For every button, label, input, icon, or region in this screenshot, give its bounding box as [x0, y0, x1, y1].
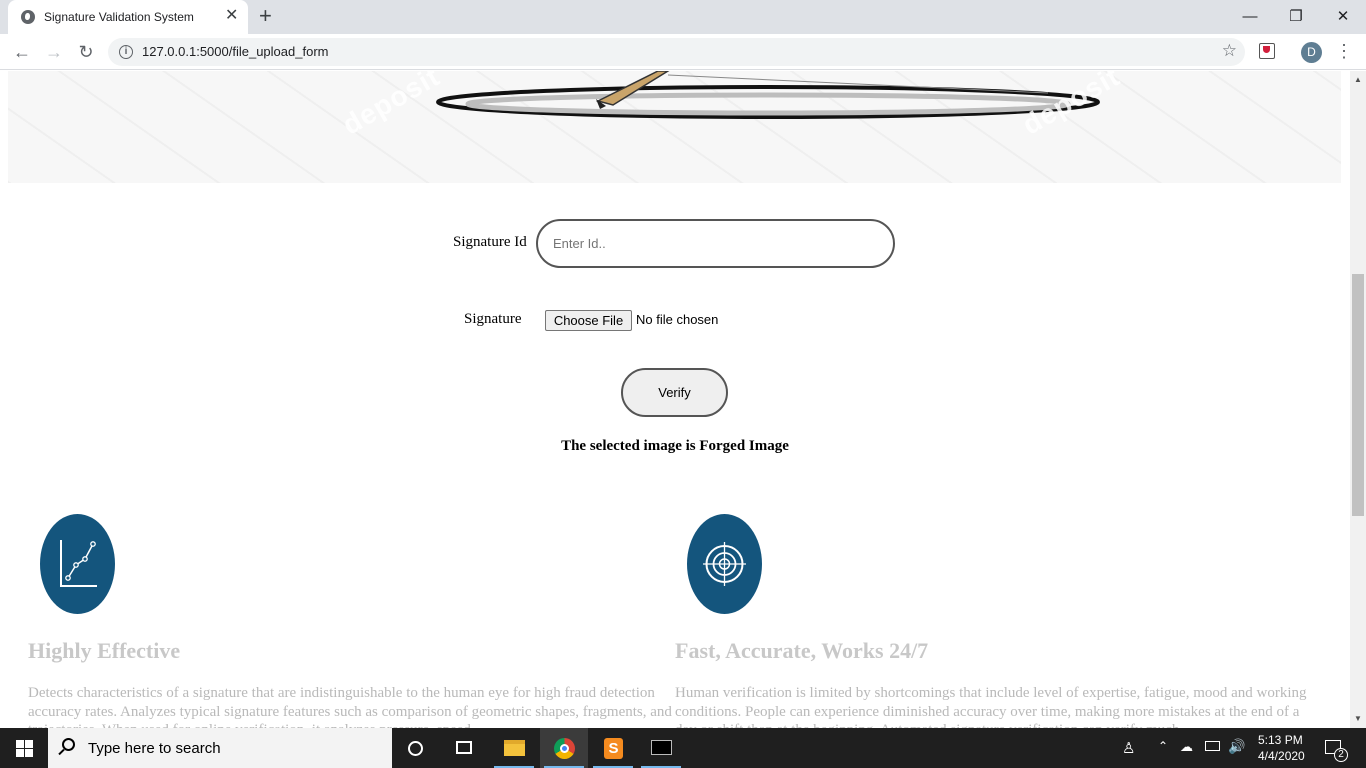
result-message: The selected image is Forged Image: [561, 438, 789, 454]
chrome-icon[interactable]: [540, 728, 588, 768]
profile-avatar[interactable]: D: [1301, 42, 1322, 63]
taskbar-search-box[interactable]: Type here to search: [48, 728, 392, 768]
url-text: 127.0.0.1:5000/file_upload_form: [142, 44, 329, 59]
volume-icon[interactable]: 🔊: [1228, 738, 1245, 755]
globe-icon: [21, 10, 35, 24]
reload-icon[interactable]: ↻: [73, 39, 99, 65]
extension-icon[interactable]: [1259, 43, 1275, 59]
address-bar[interactable]: i 127.0.0.1:5000/file_upload_form ☆: [108, 38, 1245, 66]
target-icon: [687, 514, 762, 614]
battery-icon[interactable]: [1205, 741, 1220, 751]
new-tab-button[interactable]: +: [259, 5, 272, 27]
forward-icon[interactable]: →: [41, 39, 67, 65]
scroll-up-icon[interactable]: ▲: [1354, 75, 1362, 84]
page-scrollbar[interactable]: ▲ ▼: [1350, 71, 1366, 728]
taskbar: Type here to search S ♙ ⌃ ☁ 🔊 5:13 PM 4/…: [0, 728, 1366, 768]
clock-time[interactable]: 5:13 PM: [1258, 733, 1303, 747]
back-icon[interactable]: ←: [9, 39, 35, 65]
notification-count-badge: 2: [1334, 748, 1348, 762]
browser-toolbar: ← → ↻ i 127.0.0.1:5000/file_upload_form …: [0, 34, 1366, 70]
pen-signature-illustration: [436, 71, 1100, 119]
tab-strip: Signature Validation System ✕ + — ❐ ✕: [0, 0, 1366, 34]
chart-line-icon: [40, 514, 115, 614]
feature-description: Detects characteristics of a signature t…: [28, 685, 672, 728]
chevron-up-icon[interactable]: ⌃: [1158, 739, 1168, 753]
task-view-icon[interactable]: [440, 728, 488, 768]
menu-dots-icon[interactable]: ⋮: [1335, 40, 1353, 62]
choose-file-button[interactable]: Choose File: [545, 310, 632, 331]
file-explorer-icon[interactable]: [490, 728, 538, 768]
sublime-text-icon[interactable]: S: [589, 728, 637, 768]
cortana-icon[interactable]: [392, 728, 440, 768]
page-viewport: deposit deposit Signature Id Signature C…: [0, 71, 1350, 728]
hero-banner-image: deposit deposit: [8, 71, 1341, 183]
feature-title: Highly Effective: [28, 638, 181, 663]
tab-title: Signature Validation System: [44, 10, 194, 24]
restore-button[interactable]: ❐: [1273, 4, 1319, 30]
browser-tab[interactable]: Signature Validation System ✕: [8, 0, 248, 34]
signature-label: Signature: [464, 311, 522, 327]
signature-id-input[interactable]: [536, 219, 895, 268]
info-icon[interactable]: i: [119, 45, 133, 59]
search-icon: [62, 738, 75, 751]
scrollbar-thumb[interactable]: [1352, 274, 1364, 516]
terminal-icon[interactable]: [637, 728, 685, 768]
bookmark-star-icon[interactable]: ☆: [1222, 41, 1237, 61]
people-icon[interactable]: ♙: [1122, 739, 1135, 757]
search-placeholder: Type here to search: [88, 740, 221, 757]
signature-id-label: Signature Id: [453, 234, 527, 250]
feature-description: Human verification is limited by shortco…: [675, 685, 1307, 728]
scroll-down-icon[interactable]: ▼: [1354, 714, 1362, 723]
verify-button[interactable]: Verify: [621, 368, 728, 417]
cloud-icon[interactable]: ☁: [1180, 739, 1193, 755]
close-window-button[interactable]: ✕: [1320, 4, 1366, 30]
close-tab-icon[interactable]: ✕: [225, 8, 238, 24]
feature-title: Fast, Accurate, Works 24/7: [675, 638, 929, 663]
file-status-text: No file chosen: [636, 312, 719, 327]
clock-date[interactable]: 4/4/2020: [1258, 749, 1305, 763]
windows-start-icon[interactable]: [0, 728, 48, 768]
minimize-button[interactable]: —: [1227, 4, 1273, 30]
